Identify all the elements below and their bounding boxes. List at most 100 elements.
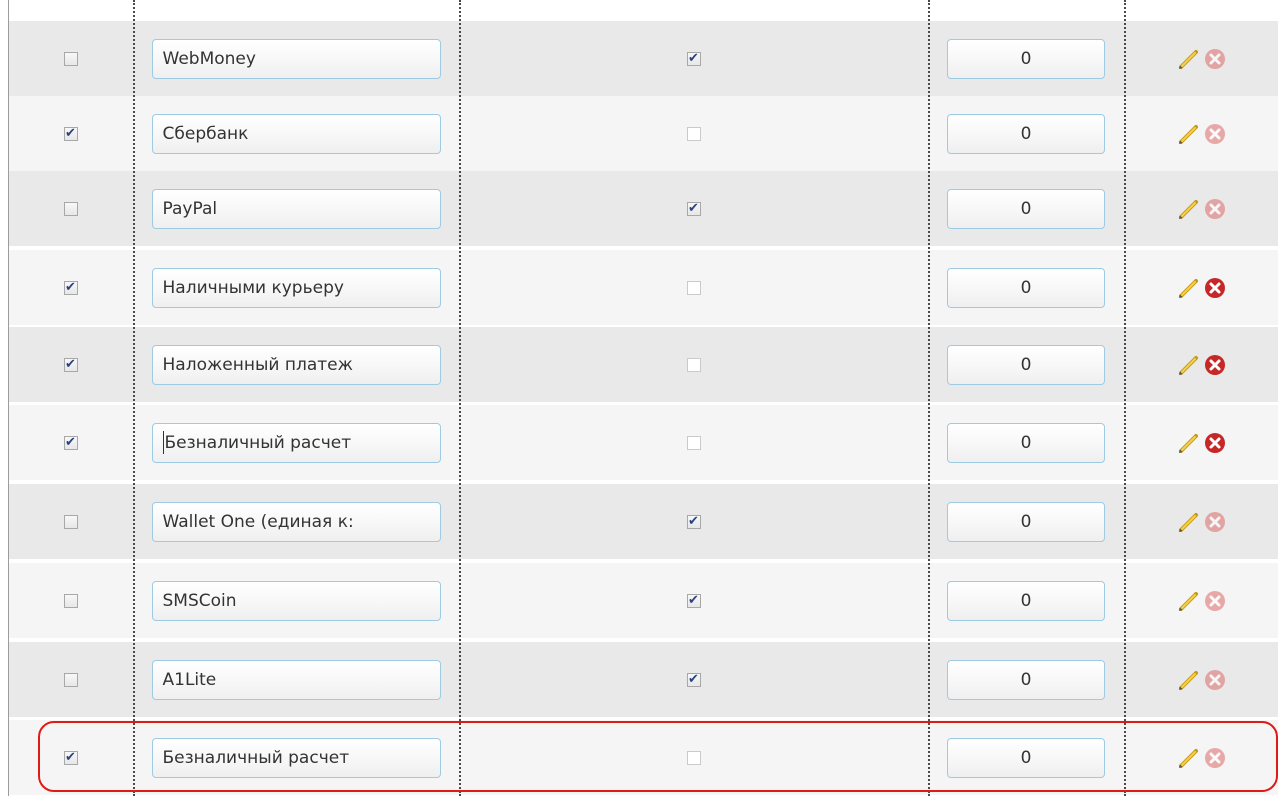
- name-cell: Наложенный платеж: [133, 327, 459, 402]
- delete-icon[interactable]: [1204, 590, 1226, 612]
- sort-order-input[interactable]: 0: [947, 188, 1105, 229]
- enabled-checkbox[interactable]: ✔: [63, 357, 78, 372]
- order-cell: 0: [928, 96, 1124, 171]
- enabled-checkbox[interactable]: ✔: [63, 435, 78, 450]
- online-cell: ✔: [459, 563, 928, 638]
- pencil-icon[interactable]: [1177, 746, 1201, 770]
- online-checkbox[interactable]: [686, 357, 701, 372]
- sort-order-input[interactable]: 0: [947, 344, 1105, 385]
- column-divider: [928, 0, 930, 796]
- enabled-checkbox[interactable]: [63, 514, 78, 529]
- pencil-icon[interactable]: [1177, 668, 1201, 692]
- payment-method-row: A1Lite ✔ 0: [8, 642, 1278, 717]
- online-cell: [459, 720, 928, 795]
- online-checkbox[interactable]: ✔: [686, 672, 701, 687]
- enabled-checkbox[interactable]: ✔: [63, 750, 78, 765]
- pencil-icon[interactable]: [1177, 589, 1201, 613]
- delete-icon[interactable]: [1204, 432, 1226, 454]
- payment-name-input[interactable]: Наложенный платеж: [151, 344, 441, 385]
- delete-icon[interactable]: [1204, 511, 1226, 533]
- row-actions: [1177, 197, 1226, 221]
- sort-order-input[interactable]: 0: [947, 113, 1105, 154]
- sort-order-input[interactable]: 0: [947, 737, 1105, 778]
- sort-order-input[interactable]: 0: [947, 267, 1105, 308]
- online-cell: [459, 327, 928, 402]
- row-actions: [1177, 589, 1226, 613]
- payment-method-row: ✔ Сбербанк 0: [8, 96, 1278, 171]
- column-divider: [8, 0, 9, 796]
- enabled-checkbox[interactable]: [63, 672, 78, 687]
- pencil-icon[interactable]: [1177, 47, 1201, 71]
- online-checkbox[interactable]: [686, 435, 701, 450]
- sort-order-input[interactable]: 0: [947, 659, 1105, 700]
- payment-method-row: SMSCoin ✔ 0: [8, 563, 1278, 638]
- payment-name-input[interactable]: Безналичный расчет: [151, 737, 441, 778]
- delete-icon[interactable]: [1204, 747, 1226, 769]
- payment-method-row: ✔ Наложенный платеж 0: [8, 327, 1278, 402]
- payment-name-input[interactable]: Wallet One (единая к:: [151, 501, 441, 542]
- pencil-icon[interactable]: [1177, 431, 1201, 455]
- payment-name-input[interactable]: Наличными курьеру: [151, 267, 441, 308]
- payment-name-input[interactable]: Сбербанк: [151, 113, 441, 154]
- order-cell: 0: [928, 405, 1124, 480]
- payment-name-text: Безналичный расчет: [162, 747, 350, 768]
- sort-order-input[interactable]: 0: [947, 38, 1105, 79]
- name-cell: Безналичный расчет: [133, 405, 459, 480]
- payment-name-input[interactable]: A1Lite: [151, 659, 441, 700]
- payment-name-text: Wallet One (единая к:: [162, 511, 354, 532]
- online-cell: [459, 96, 928, 171]
- name-cell: Сбербанк: [133, 96, 459, 171]
- online-cell: ✔: [459, 484, 928, 559]
- enabled-cell: ✔: [8, 250, 133, 325]
- enabled-checkbox[interactable]: ✔: [63, 126, 78, 141]
- column-divider: [459, 0, 461, 796]
- delete-icon[interactable]: [1204, 48, 1226, 70]
- delete-icon[interactable]: [1204, 354, 1226, 376]
- actions-cell: [1124, 405, 1278, 480]
- enabled-checkbox[interactable]: [63, 593, 78, 608]
- delete-icon[interactable]: [1204, 198, 1226, 220]
- pencil-icon[interactable]: [1177, 510, 1201, 534]
- online-cell: ✔: [459, 642, 928, 717]
- actions-cell: [1124, 563, 1278, 638]
- online-checkbox[interactable]: ✔: [686, 201, 701, 216]
- sort-order-input[interactable]: 0: [947, 501, 1105, 542]
- enabled-checkbox[interactable]: ✔: [63, 280, 78, 295]
- order-cell: 0: [928, 327, 1124, 402]
- online-checkbox[interactable]: ✔: [686, 593, 701, 608]
- row-actions: [1177, 510, 1226, 534]
- payment-name-text: PayPal: [162, 198, 218, 219]
- payment-method-row: ✔ Безналичный расчет 0: [8, 720, 1278, 795]
- online-checkbox[interactable]: [686, 750, 701, 765]
- sort-order-input[interactable]: 0: [947, 580, 1105, 621]
- pencil-icon[interactable]: [1177, 197, 1201, 221]
- actions-cell: [1124, 720, 1278, 795]
- sort-order-input[interactable]: 0: [947, 422, 1105, 463]
- pencil-icon[interactable]: [1177, 122, 1201, 146]
- actions-cell: [1124, 484, 1278, 559]
- pencil-icon[interactable]: [1177, 353, 1201, 377]
- delete-icon[interactable]: [1204, 123, 1226, 145]
- pencil-icon[interactable]: [1177, 276, 1201, 300]
- payment-method-row: WebMoney ✔ 0: [8, 21, 1278, 96]
- delete-icon[interactable]: [1204, 277, 1226, 299]
- enabled-checkbox[interactable]: [63, 201, 78, 216]
- delete-icon[interactable]: [1204, 669, 1226, 691]
- payment-name-input[interactable]: PayPal: [151, 188, 441, 229]
- payment-name-input[interactable]: Безналичный расчет: [151, 422, 441, 463]
- name-cell: WebMoney: [133, 21, 459, 96]
- online-checkbox[interactable]: [686, 126, 701, 141]
- payment-name-input[interactable]: WebMoney: [151, 38, 441, 79]
- online-checkbox[interactable]: ✔: [686, 51, 701, 66]
- actions-cell: [1124, 171, 1278, 246]
- online-checkbox[interactable]: ✔: [686, 514, 701, 529]
- payment-name-text: Безналичный расчет: [164, 432, 352, 453]
- name-cell: Безналичный расчет: [133, 720, 459, 795]
- payment-method-row: ✔ Наличными курьеру 0: [8, 250, 1278, 325]
- order-cell: 0: [928, 642, 1124, 717]
- payment-name-input[interactable]: SMSCoin: [151, 580, 441, 621]
- online-checkbox[interactable]: [686, 280, 701, 295]
- enabled-checkbox[interactable]: [63, 51, 78, 66]
- actions-cell: [1124, 642, 1278, 717]
- enabled-cell: ✔: [8, 96, 133, 171]
